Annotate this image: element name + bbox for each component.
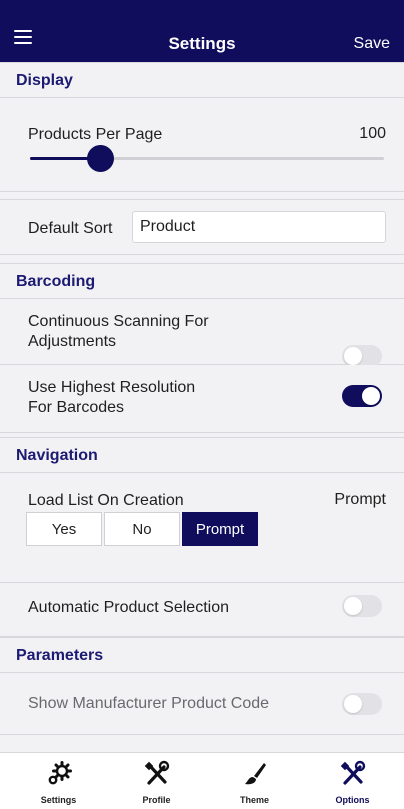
slider-thumb[interactable]	[87, 145, 115, 172]
section-title: Barcoding	[16, 273, 96, 290]
option-prompt-button[interactable]: Prompt	[182, 512, 258, 546]
default-sort-row: Default Sort	[0, 199, 404, 255]
manufacturer-code-row: Show Manufacturer Product Code	[0, 673, 404, 735]
page-title: Settings	[168, 34, 236, 53]
gears-icon	[48, 761, 72, 785]
highest-resolution-label: Use Highest Resolution For Barcodes	[28, 378, 195, 418]
toggle-knob	[344, 347, 362, 365]
option-no-button[interactable]: No	[104, 512, 180, 546]
tab-profile[interactable]: Profile	[106, 753, 207, 809]
toggle-knob	[344, 597, 362, 615]
default-sort-input[interactable]	[132, 211, 386, 243]
highest-resolution-row: Use Highest Resolution For Barcodes	[0, 365, 404, 433]
default-sort-label: Default Sort	[28, 220, 113, 237]
load-list-row: Load List On Creation Prompt Yes No Prom…	[0, 473, 404, 583]
products-per-page-label: Products Per Page	[28, 126, 163, 143]
automatic-product-selection-toggle[interactable]	[342, 595, 382, 617]
tab-label: Theme	[239, 795, 269, 805]
label-line: Use Highest Resolution	[28, 379, 196, 396]
load-list-value: Prompt	[334, 491, 386, 508]
automatic-product-selection-label: Automatic Product Selection	[28, 599, 229, 616]
tab-settings[interactable]: Settings	[8, 753, 109, 809]
tab-label: Profile	[142, 795, 171, 805]
tab-options[interactable]: Options	[302, 753, 403, 809]
bottom-tab-bar: Settings Profile Theme Options	[0, 752, 404, 809]
products-per-page-value: 100	[359, 125, 386, 142]
label-line: Adjustments	[28, 333, 117, 350]
manufacturer-code-label: Show Manufacturer Product Code	[28, 695, 270, 712]
manufacturer-code-toggle[interactable]	[342, 693, 382, 715]
label-line: For Barcodes	[28, 399, 125, 416]
automatic-product-selection-row: Automatic Product Selection	[0, 583, 404, 637]
save-button[interactable]: Save	[354, 35, 390, 53]
load-list-label: Load List On Creation	[28, 492, 184, 509]
toggle-knob	[362, 387, 380, 405]
continuous-scanning-label: Continuous Scanning For Adjustments	[28, 312, 209, 352]
tab-label: Options	[335, 795, 370, 805]
section-title: Display	[16, 72, 73, 89]
tab-label: Settings	[40, 795, 77, 805]
option-yes-button[interactable]: Yes	[26, 512, 102, 546]
section-header-parameters: Parameters	[0, 637, 404, 673]
section-header-display: Display	[0, 62, 404, 98]
tab-theme[interactable]: Theme	[204, 753, 305, 809]
products-per-page-row: Products Per Page 100	[0, 98, 404, 192]
section-header-barcoding: Barcoding	[0, 263, 404, 299]
brush-icon	[244, 763, 266, 785]
highest-resolution-toggle[interactable]	[342, 385, 382, 407]
continuous-scanning-row: Continuous Scanning For Adjustments	[0, 299, 404, 367]
load-list-segmented-control: Yes No Prompt	[26, 512, 260, 546]
section-title: Parameters	[16, 647, 104, 664]
products-per-page-slider[interactable]	[30, 145, 384, 172]
tools-icon	[340, 760, 365, 785]
section-header-navigation: Navigation	[0, 437, 404, 473]
label-line: Continuous Scanning For	[28, 313, 209, 330]
toggle-knob	[344, 695, 362, 713]
continuous-scanning-toggle[interactable]	[342, 345, 382, 367]
tools-icon	[144, 760, 169, 785]
top-nav-bar: Settings Save	[0, 0, 404, 62]
section-title: Navigation	[16, 447, 98, 464]
